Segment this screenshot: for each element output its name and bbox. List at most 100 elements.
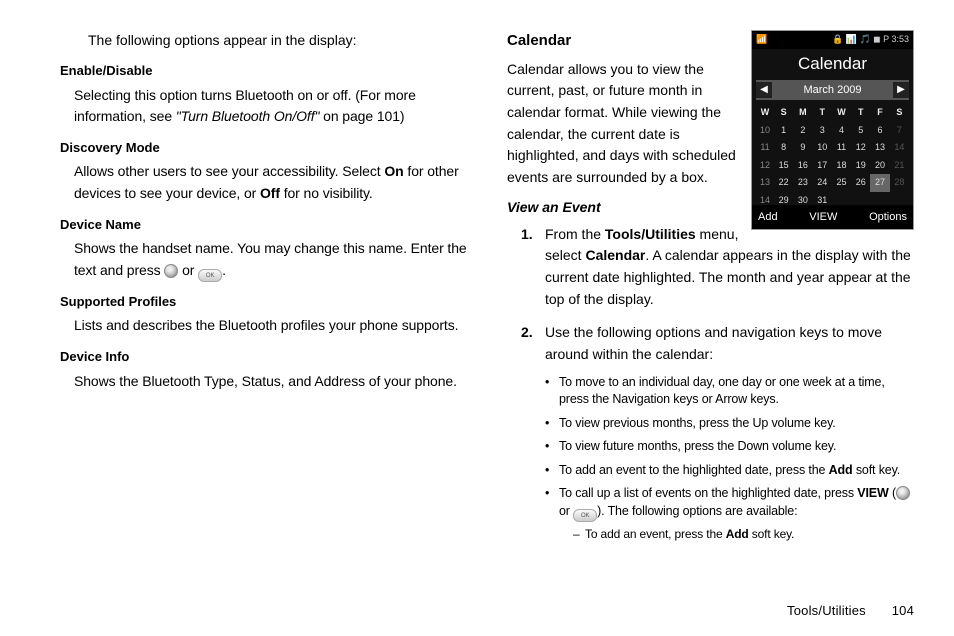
day-cell[interactable]: 13 [870, 139, 889, 157]
left-column: The following options appear in the disp… [40, 30, 467, 590]
text: or [559, 504, 573, 518]
day-cell[interactable]: 2 [793, 122, 812, 140]
on-label: On [384, 163, 403, 179]
day-cell[interactable]: 16 [793, 157, 812, 175]
softkey-options[interactable]: Options [869, 209, 907, 226]
week-row: 12 15 16 17 18 19 20 21 [756, 157, 909, 175]
page-footer: Tools/Utilities 104 [787, 603, 914, 618]
text: From the [545, 226, 605, 242]
day-cell[interactable]: 14 [890, 139, 909, 157]
day-cell[interactable]: 18 [832, 157, 851, 175]
day-cell[interactable]: 17 [813, 157, 832, 175]
week-col: W [756, 104, 774, 122]
day-head: S [774, 104, 793, 122]
step-2: Use the following options and navigation… [521, 322, 914, 542]
day-head: T [851, 104, 870, 122]
text: for no visibility. [280, 185, 373, 201]
day-cell[interactable]: 1 [774, 122, 793, 140]
bullet-nav: To move to an individual day, one day or… [545, 374, 914, 409]
profiles-heading: Supported Profiles [60, 292, 467, 312]
week-row: 13 22 23 24 25 26 27 28 [756, 174, 909, 192]
day-cell[interactable]: 20 [870, 157, 889, 175]
day-head: F [870, 104, 889, 122]
softkey-add[interactable]: Add [758, 209, 778, 226]
day-cell[interactable]: 22 [774, 174, 793, 192]
day-header-row: W S M T W T F S [756, 104, 909, 122]
page-number: 104 [892, 603, 914, 618]
day-cell[interactable]: 7 [890, 122, 909, 140]
ok-key-icon: OK [198, 269, 222, 282]
week-num: 12 [756, 157, 774, 175]
bullet-next: To view future months, press the Down vo… [545, 438, 914, 456]
off-label: Off [260, 185, 280, 201]
view-label: VIEW [857, 486, 888, 500]
right-column: 📶 🔒 📊 🎵 ◼ P 3:53 Calendar ◀ March 2009 ▶… [507, 30, 914, 590]
phone-screenshot: 📶 🔒 📊 🎵 ◼ P 3:53 Calendar ◀ March 2009 ▶… [751, 30, 914, 230]
menu-name: Tools/Utilities [605, 226, 696, 242]
day-head: W [832, 104, 851, 122]
day-cell[interactable]: 5 [851, 122, 870, 140]
next-arrow-icon[interactable]: ▶ [893, 82, 909, 98]
softkey-view[interactable]: VIEW [809, 209, 837, 226]
day-cell[interactable]: 26 [851, 174, 870, 192]
day-cell[interactable]: 6 [870, 122, 889, 140]
footer-section: Tools/Utilities [787, 603, 866, 618]
day-cell[interactable]: 10 [813, 139, 832, 157]
week-num: 13 [756, 174, 774, 192]
day-cell[interactable]: 12 [851, 139, 870, 157]
text: Allows other users to see your accessibi… [74, 163, 384, 179]
month-label: March 2009 [803, 82, 861, 99]
day-head: T [813, 104, 832, 122]
discovery-body: Allows other users to see your accessibi… [74, 161, 467, 204]
step-list: From the Tools/Utilities menu, select Ca… [521, 224, 914, 543]
text: To call up a list of events on the highl… [559, 486, 857, 500]
devicename-heading: Device Name [60, 215, 467, 235]
text: soft key. [749, 527, 795, 541]
day-cell[interactable]: 9 [793, 139, 812, 157]
month-bar: ◀ March 2009 ▶ [756, 80, 909, 101]
bullet-add: To add an event to the highlighted date,… [545, 462, 914, 480]
week-row: 10 1 2 3 4 5 6 7 [756, 122, 909, 140]
text: . [222, 262, 226, 278]
day-cell[interactable]: 28 [890, 174, 909, 192]
text: To add an event to the highlighted date,… [559, 463, 829, 477]
step-1: From the Tools/Utilities menu, select Ca… [521, 224, 914, 311]
enable-heading: Enable/Disable [60, 61, 467, 81]
profiles-body: Lists and describes the Bluetooth profil… [74, 315, 467, 337]
day-head: S [890, 104, 909, 122]
day-cell[interactable]: 24 [813, 174, 832, 192]
discovery-heading: Discovery Mode [60, 138, 467, 158]
calendar-grid: W S M T W T F S 10 1 2 3 4 [756, 104, 909, 209]
day-cell[interactable]: 8 [774, 139, 793, 157]
day-cell[interactable]: 21 [890, 157, 909, 175]
day-cell[interactable]: 23 [793, 174, 812, 192]
add-label: Add [829, 463, 853, 477]
day-head: M [793, 104, 812, 122]
calendar-wrap: 📶 🔒 📊 🎵 ◼ P 3:53 Calendar ◀ March 2009 ▶… [507, 30, 914, 555]
day-cell[interactable]: 4 [832, 122, 851, 140]
prev-arrow-icon[interactable]: ◀ [756, 82, 772, 98]
day-cell[interactable]: 3 [813, 122, 832, 140]
day-cell[interactable]: 19 [851, 157, 870, 175]
text: soft key. [853, 463, 901, 477]
bullet-prev: To view previous months, press the Up vo… [545, 415, 914, 433]
week-num: 11 [756, 139, 774, 157]
deviceinfo-body: Shows the Bluetooth Type, Status, and Ad… [74, 371, 467, 393]
item-name: Calendar [585, 247, 645, 263]
nav-key-icon [896, 486, 910, 500]
status-icons: 🔒 📊 🎵 ◼ P 3:53 [832, 33, 909, 47]
add-label: Add [726, 527, 749, 541]
text: ). The following options are available: [597, 504, 797, 518]
cross-ref: "Turn Bluetooth On/Off" [176, 108, 320, 124]
day-cell[interactable]: 15 [774, 157, 793, 175]
bullet-view: To call up a list of events on the highl… [545, 485, 914, 542]
day-cell-highlighted[interactable]: 27 [870, 174, 889, 192]
bullet-list: To move to an individual day, one day or… [545, 374, 914, 543]
day-cell[interactable]: 25 [832, 174, 851, 192]
phone-statusbar: 📶 🔒 📊 🎵 ◼ P 3:53 [752, 31, 913, 49]
day-cell[interactable]: 11 [832, 139, 851, 157]
text: ( [889, 486, 896, 500]
text: Use the following options and navigation… [545, 324, 882, 362]
dash-add: To add an event, press the Add soft key. [559, 526, 914, 543]
text: Shows the handset name. You may change t… [74, 240, 467, 278]
